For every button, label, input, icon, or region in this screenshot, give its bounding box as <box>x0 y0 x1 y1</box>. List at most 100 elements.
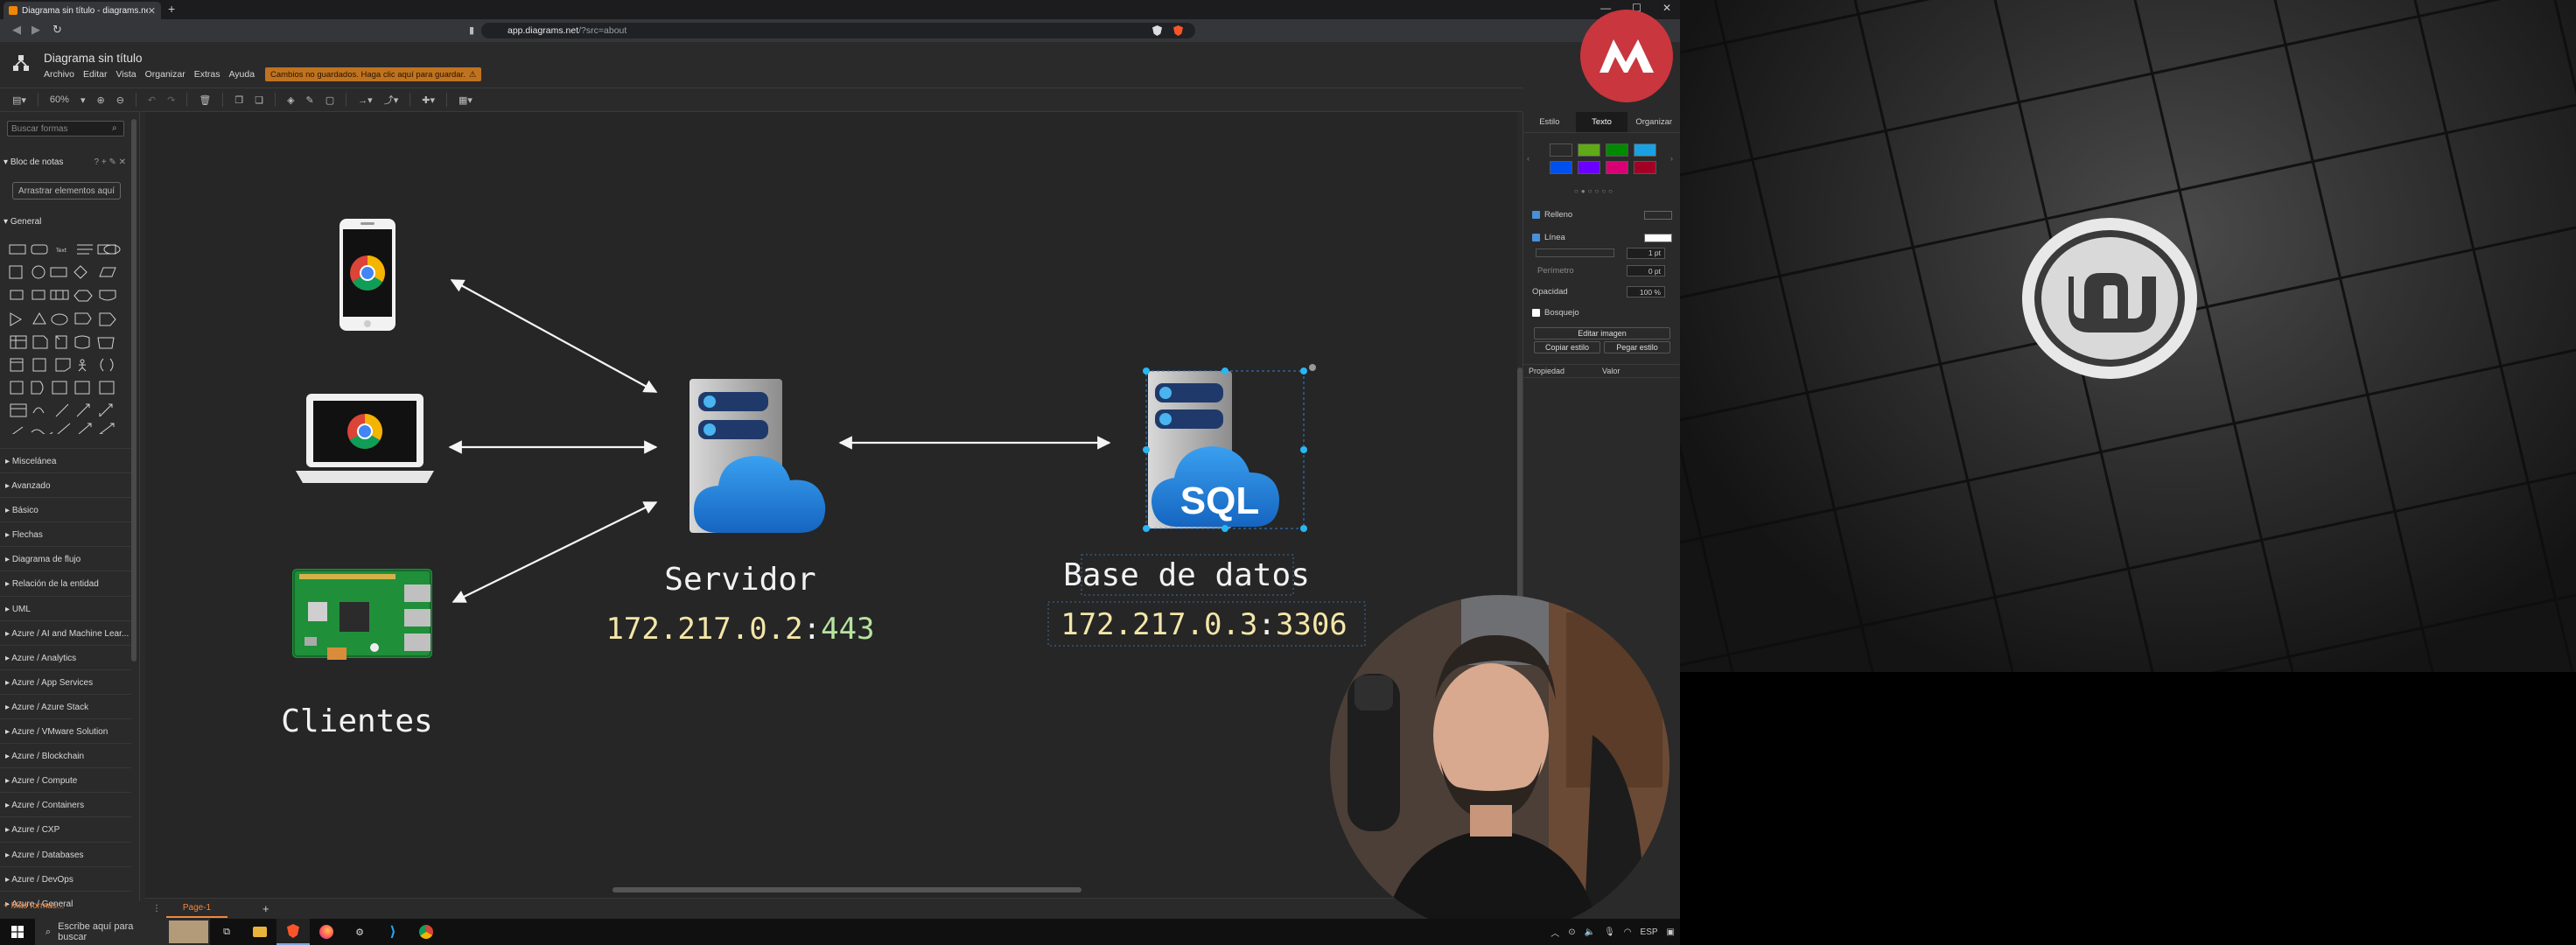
insert-icon[interactable]: ✚▾ <box>422 94 435 106</box>
to-front-icon[interactable]: ❐ <box>234 94 243 106</box>
task-view-icon[interactable]: ⧉ <box>210 919 243 945</box>
brave-browser-icon[interactable] <box>276 919 310 945</box>
shape-category-item[interactable]: ▸ Azure / Compute <box>0 767 131 792</box>
extension-shield-icon[interactable] <box>1152 25 1162 36</box>
raspi-server-arrow[interactable] <box>452 501 658 603</box>
general-section-header[interactable]: ▾ General <box>4 217 41 227</box>
notifications-icon[interactable]: ▣ <box>1667 928 1675 937</box>
brave-shield-icon[interactable] <box>1173 25 1183 36</box>
opacity-input[interactable]: 100 % <box>1627 286 1665 298</box>
shape-category-item[interactable]: ▸ Miscelánea <box>0 448 131 472</box>
sql-database-icon[interactable]: SQL <box>1143 364 1316 532</box>
zoom-in-icon[interactable]: ⊕ <box>96 94 104 106</box>
palette-prev-icon[interactable]: ‹ <box>1527 154 1530 164</box>
back-arrow-icon[interactable]: ◀ <box>12 23 21 37</box>
vscode-icon[interactable]: ⟩ <box>376 919 410 945</box>
new-tab-button[interactable]: + <box>168 2 175 16</box>
palette-swatch[interactable] <box>1578 161 1600 174</box>
close-window-icon[interactable]: ✕ <box>1662 2 1671 14</box>
chrome-icon[interactable] <box>410 919 443 945</box>
sketch-checkbox[interactable] <box>1532 309 1540 317</box>
edit-image-button[interactable]: Editar imagen <box>1534 327 1670 340</box>
laptop-client-icon[interactable] <box>296 394 434 483</box>
fill-checkbox[interactable] <box>1532 211 1540 219</box>
scratchpad-tools[interactable]: ? + ✎ ✕ <box>94 158 127 167</box>
zoom-out-icon[interactable]: ⊖ <box>116 94 124 106</box>
sketch-row[interactable]: Bosquejo <box>1532 308 1672 318</box>
shape-category-item[interactable]: ▸ Azure / Azure Stack <box>0 693 131 718</box>
firefox-icon[interactable] <box>310 919 343 945</box>
redo-icon[interactable]: ↷ <box>167 94 175 106</box>
menu-archivo[interactable]: Archivo <box>44 69 74 80</box>
connection-style-icon[interactable]: →▾ <box>358 94 373 106</box>
to-back-icon[interactable]: ❏ <box>255 94 263 106</box>
speaker-icon[interactable]: 🔈 <box>1585 928 1595 937</box>
keyboard-language[interactable]: ESP <box>1641 928 1658 937</box>
shape-category-item[interactable]: ▸ Azure / AI and Machine Lear... <box>0 620 131 645</box>
reload-icon[interactable]: ↻ <box>52 23 62 37</box>
shape-category-item[interactable]: ▸ Flechas <box>0 522 131 546</box>
property-column[interactable]: Propiedad <box>1523 367 1602 375</box>
file-explorer-icon[interactable] <box>243 919 276 945</box>
shape-category-item[interactable]: ▸ Azure / Containers <box>0 792 131 816</box>
smartphone-client-icon[interactable] <box>340 219 396 331</box>
diagram-canvas[interactable]: SQL Servidor 172.217.0.2:443 Base de dat… <box>145 112 1517 900</box>
search-icon[interactable]: ⌕ <box>112 123 117 133</box>
shape-category-item[interactable]: ▸ Azure / VMware Solution <box>0 718 131 743</box>
more-shapes-button[interactable]: + Más formas... <box>4 901 64 911</box>
menu-extras[interactable]: Extras <box>194 69 220 80</box>
fill-color-swatch[interactable] <box>1644 210 1672 220</box>
palette-swatch[interactable] <box>1550 161 1572 174</box>
palette-swatch[interactable] <box>1606 161 1628 174</box>
menu-vista[interactable]: Vista <box>116 69 136 80</box>
tray-expand-icon[interactable]: ︿ <box>1550 926 1559 939</box>
palette-swatch[interactable] <box>1578 144 1600 157</box>
pages-menu-icon[interactable]: ⋮ <box>152 904 161 914</box>
palette-swatch[interactable] <box>1634 161 1656 174</box>
db-label[interactable]: Base de datos <box>1063 557 1310 593</box>
tab-texto[interactable]: Texto <box>1575 112 1628 132</box>
table-icon[interactable]: ▦▾ <box>458 94 472 106</box>
shape-category-item[interactable]: ▸ Relación de la entidad <box>0 570 131 595</box>
zoom-dropdown-icon[interactable]: ▾ <box>80 94 86 106</box>
zoom-level[interactable]: 60% <box>50 94 69 105</box>
undo-icon[interactable]: ↶ <box>148 94 156 106</box>
canvas-horizontal-scrollbar[interactable] <box>612 887 1082 892</box>
scratchpad-header[interactable]: ▾ Bloc de notas ? + ✎ ✕ <box>4 158 126 167</box>
scratchpad-drop-zone[interactable]: Arrastrar elementos aquí <box>12 182 121 200</box>
paste-style-button[interactable]: Pegar estilo <box>1604 341 1670 354</box>
server-address[interactable]: 172.217.0.2:443 <box>606 612 874 647</box>
fill-row[interactable]: Relleno <box>1532 210 1672 220</box>
general-shapes-grid[interactable]: Text <box>9 242 122 434</box>
clients-label[interactable]: Clientes <box>281 704 432 739</box>
palette-next-icon[interactable]: › <box>1670 154 1673 164</box>
line-row[interactable]: Línea <box>1532 233 1672 242</box>
raspberry-pi-client-icon[interactable] <box>292 569 432 660</box>
shape-category-item[interactable]: ▸ Azure / Analytics <box>0 644 131 669</box>
bookmark-icon[interactable]: ▮ <box>469 24 474 36</box>
line-color-swatch[interactable] <box>1644 233 1672 242</box>
shape-category-item[interactable]: ▸ Azure / App Services <box>0 668 131 694</box>
unsaved-changes-banner[interactable]: Cambios no guardados. Haga clic aquí par… <box>265 67 482 81</box>
db-address[interactable]: 172.217.0.3:3306 <box>1060 607 1348 642</box>
waypoints-icon[interactable]: ⤴▾ <box>384 93 399 107</box>
microphone-icon[interactable]: 🎙 <box>1604 928 1615 937</box>
shape-category-item[interactable]: ▸ Azure / CXP <box>0 816 131 841</box>
browser-tab-active[interactable]: Diagrama sin título - diagrams.ne ✕ <box>4 2 161 19</box>
server-label[interactable]: Servidor <box>664 562 816 598</box>
fill-color-icon[interactable]: ◈ <box>287 94 294 106</box>
menu-ayuda[interactable]: Ayuda <box>228 69 255 80</box>
menu-editar[interactable]: Editar <box>83 69 107 80</box>
menu-organizar[interactable]: Organizar <box>145 69 186 80</box>
view-panels-icon[interactable]: ▤▾ <box>12 94 26 106</box>
tab-organizar[interactable]: Organizar <box>1628 112 1680 132</box>
shadow-icon[interactable]: ▢ <box>326 94 334 106</box>
copy-style-button[interactable]: Copiar estilo <box>1534 341 1600 354</box>
phone-server-arrow[interactable] <box>450 279 658 393</box>
perimeter-input[interactable]: 0 pt <box>1627 265 1665 276</box>
shape-category-item[interactable]: ▸ Azure / Blockchain <box>0 743 131 767</box>
network-icon[interactable]: ⊙ <box>1568 928 1575 937</box>
close-tab-icon[interactable]: ✕ <box>148 5 156 17</box>
palette-page-dots[interactable]: ○●○○○○ <box>1574 187 1615 195</box>
taskbar-search[interactable]: ⌕ Escribe aquí para buscar <box>35 919 210 945</box>
